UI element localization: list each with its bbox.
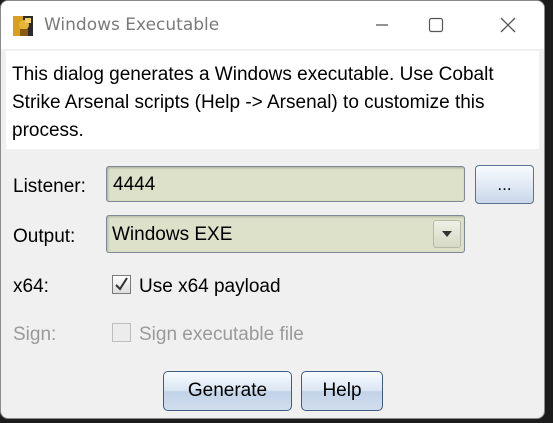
description-text: This dialog generates a Windows executab…	[12, 64, 494, 141]
listener-value: 4444	[113, 174, 156, 195]
maximize-button[interactable]	[413, 1, 459, 49]
window-title: Windows Executable	[44, 15, 220, 35]
help-button[interactable]: Help	[301, 371, 383, 411]
output-label: Output:	[13, 226, 76, 247]
title-bar[interactable]: Windows Executable	[1, 1, 544, 49]
generate-button[interactable]: Generate	[163, 371, 292, 411]
sign-label: Sign:	[13, 324, 57, 345]
description-panel: This dialog generates a Windows executab…	[6, 51, 539, 149]
close-button[interactable]	[485, 1, 531, 49]
sign-checkbox	[112, 323, 131, 342]
maximize-icon	[428, 17, 444, 33]
dropdown-arrow-button[interactable]	[433, 220, 461, 248]
browse-listener-button[interactable]: ...	[475, 165, 534, 204]
close-icon	[500, 17, 516, 33]
output-selected-value: Windows EXE	[112, 224, 233, 245]
checkmark-icon	[115, 277, 128, 291]
sign-checkbox-label: Sign executable file	[139, 324, 304, 345]
x64-checkbox[interactable]	[112, 275, 131, 294]
output-dropdown[interactable]: Windows EXE	[106, 215, 465, 253]
x64-label: x64:	[13, 276, 49, 297]
minimize-icon	[376, 24, 388, 26]
chevron-down-icon	[442, 231, 452, 237]
minimize-button[interactable]	[359, 1, 405, 49]
listener-field[interactable]: 4444	[106, 166, 465, 202]
x64-checkbox-label[interactable]: Use x64 payload	[139, 276, 281, 298]
listener-label: Listener:	[13, 176, 86, 197]
cobalt-strike-app-icon	[13, 16, 33, 36]
dialog-window: Windows Executable This dialog generates…	[0, 0, 545, 419]
